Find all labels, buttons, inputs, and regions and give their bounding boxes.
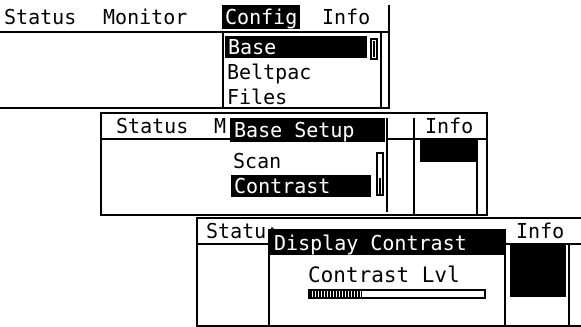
menu-scrollbar[interactable] <box>376 152 384 196</box>
info-dropdown-edge <box>476 140 478 214</box>
config-dropdown: Base Beltpac Files <box>222 31 382 107</box>
dropdown-scrollbar[interactable] <box>370 38 378 60</box>
menu-item-scan[interactable]: Scan <box>233 150 281 172</box>
menu-status[interactable]: Status <box>116 114 188 138</box>
info-dropdown-edge <box>568 245 570 325</box>
menu-right-border <box>386 118 388 212</box>
info-dropdown-background <box>420 140 476 162</box>
base-setup-title: Base Setup <box>230 118 385 142</box>
screen-base-setup-menu: Status M Info Base Setup Scan Contrast <box>100 112 488 216</box>
screen-display-contrast: Statu: Info Display Contrast Contrast Lv… <box>196 217 581 327</box>
menu-info[interactable]: Info <box>425 114 473 138</box>
screen-config-menu: Status Monitor Config Info Base Beltpac … <box>0 5 390 109</box>
contrast-level-bar[interactable] <box>308 289 486 299</box>
menu-info[interactable]: Info <box>322 5 370 29</box>
menu-item-contrast[interactable]: Contrast <box>231 175 371 197</box>
scrollbar-thumb[interactable] <box>373 41 375 57</box>
menu-monitor[interactable]: Monitor <box>103 5 187 29</box>
display-contrast-dialog: Display Contrast Contrast Lvl <box>268 229 506 325</box>
scrollbar-thumb[interactable] <box>379 178 381 194</box>
menu-item-beltpac[interactable]: Beltpac <box>227 61 311 83</box>
menu-item-files[interactable]: Files <box>227 86 287 107</box>
info-dropdown-background <box>510 245 566 297</box>
menu-item-base[interactable]: Base <box>225 36 367 58</box>
menu-bar: Status Monitor Config Info <box>0 5 388 29</box>
menu-config[interactable]: Config <box>222 5 301 29</box>
contrast-level-label: Contrast Lvl <box>308 263 460 287</box>
contrast-level-fill <box>310 291 363 297</box>
display-contrast-title: Display Contrast <box>270 231 504 255</box>
menu-info[interactable]: Info <box>516 219 564 243</box>
menu-monitor-partial[interactable]: M <box>214 114 226 138</box>
menu-status[interactable]: Status <box>4 5 76 29</box>
config-dropdown-edge <box>413 118 415 214</box>
base-setup-menu: Base Setup Scan Contrast <box>230 118 388 212</box>
